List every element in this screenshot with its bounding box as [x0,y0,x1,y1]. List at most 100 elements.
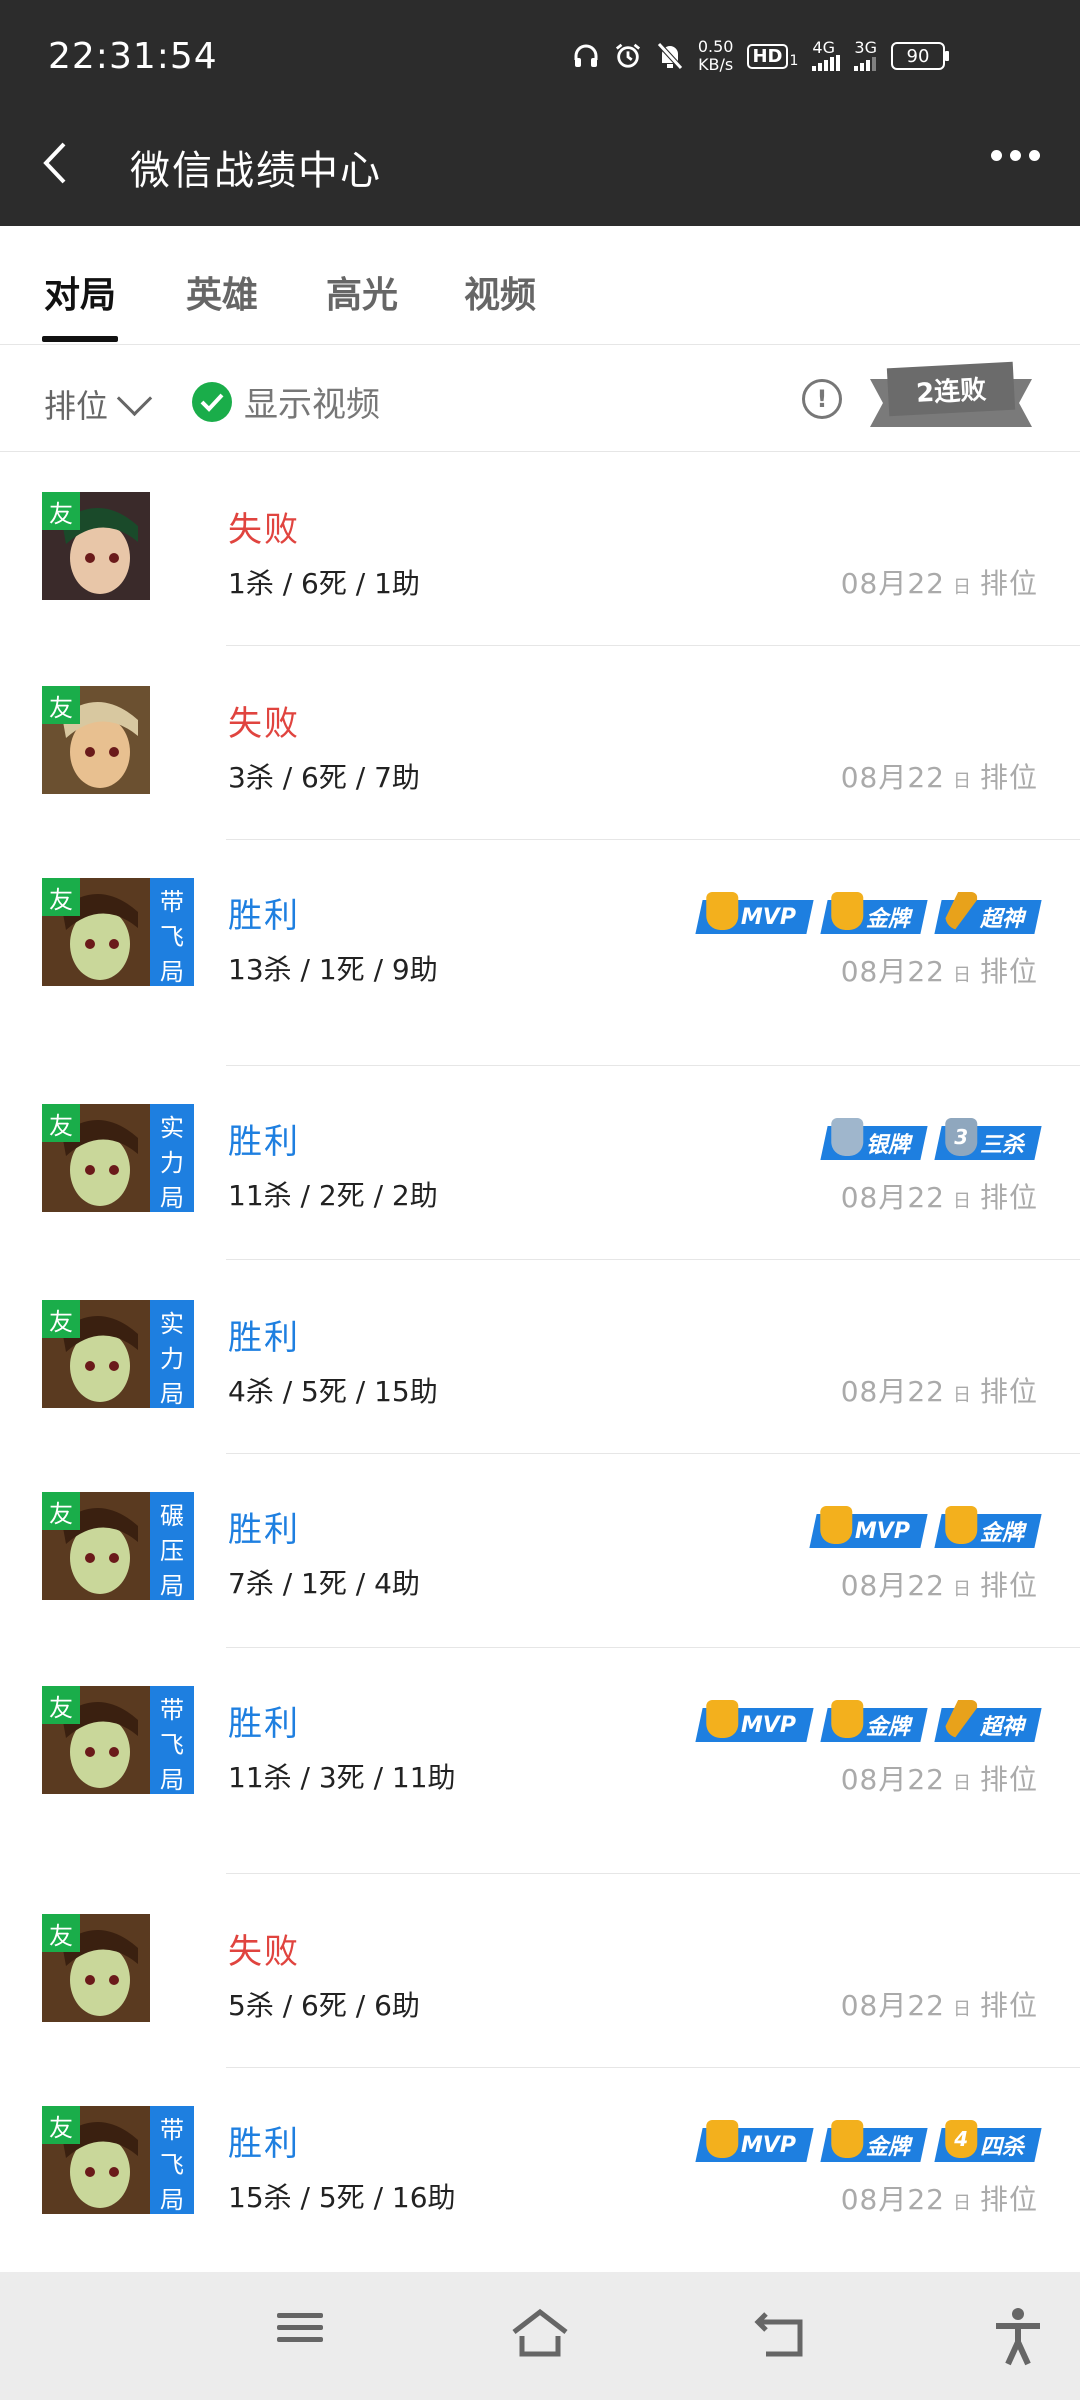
match-type-tag: 带飞局 [150,878,194,986]
honor-badge: 4 四杀 [934,2120,1042,2162]
match-mode: 排位 [979,1375,1038,1408]
signal-4g-label: 4G [812,38,835,57]
match-day-suffix: 日 [952,1385,972,1406]
honor-badge: 金牌 [820,892,928,934]
match-mode: 排位 [979,1569,1038,1602]
kda-stats: 1杀 / 6死 / 1助 [228,567,420,600]
honor-badges: MVP 金牌 超神 [695,1700,1042,1742]
friend-badge: 友 [42,1914,80,1952]
honor-badge: 金牌 [820,2120,928,2162]
match-date: 08月22 [840,2183,945,2216]
gold-icon [945,1506,978,1544]
tab-videos[interactable]: 视频 [464,266,536,318]
match-mode: 排位 [979,2183,1038,2216]
match-row[interactable]: 友带飞局胜利 11杀 / 3死 / 11助 MVP 金牌 超神 08月22 日排位 [0,1648,1080,1874]
gold-icon [831,1700,864,1738]
match-row[interactable]: 友 失败 1杀 / 6死 / 1助 08月22 日排位 [0,452,1080,646]
hero-avatar: 友 [42,492,150,600]
kda-stats: 11杀 / 2死 / 2助 [228,1179,438,1212]
match-date: 08月22 [840,567,945,600]
match-result: 胜利 [228,1704,300,1744]
match-row[interactable]: 友碾压局胜利 7杀 / 1死 / 4助 MVP 金牌 08月22 日排位 [0,1454,1080,1648]
match-row[interactable]: 友 失败 3杀 / 6死 / 7助 08月22 日排位 [0,646,1080,840]
match-type-char: 碾 [160,1502,184,1530]
match-result: 胜利 [228,1510,300,1550]
hero-avatar: 友 [42,1914,150,2022]
hero-avatar: 友 [42,878,150,986]
match-type-char: 带 [160,2116,184,2144]
honor-badge: MVP [695,892,814,934]
match-type-char: 力 [160,1345,184,1373]
signal-3g-icon: 3G [854,40,877,71]
trophy-icon [706,892,739,930]
tab-heroes[interactable]: 英雄 [186,266,258,318]
kda-stats: 4杀 / 5死 / 15助 [228,1375,438,1408]
sword-icon [945,1700,977,1738]
honor-label: 超神 [979,907,1024,932]
hero-avatar: 友 [42,1686,150,1794]
honor-label: MVP [854,1518,910,1544]
status-icons: 0.50 KB/s HD 1 4G 3G 90 [572,37,949,74]
match-mode: 排位 [979,567,1038,600]
accessibility-icon[interactable] [990,2306,1050,2366]
hero-avatar: 友 [42,2106,150,2214]
kda-stats: 3杀 / 6死 / 7助 [228,761,420,794]
match-result: 胜利 [228,896,300,936]
friend-badge: 友 [42,1104,80,1142]
match-date: 08月22 [840,1181,945,1214]
status-time: 22:31:54 [48,36,218,77]
match-row[interactable]: 友带飞局胜利 13杀 / 1死 / 9助 MVP 金牌 超神 08月22 日排位 [0,840,1080,1066]
bell-muted-icon [656,41,684,71]
friend-badge: 友 [42,878,80,916]
home-icon[interactable] [510,2306,570,2366]
menu-icon[interactable] [270,2306,330,2366]
net-speed-value: 0.50 [697,37,734,56]
hero-avatar: 友 [42,1300,150,1408]
tab-matches[interactable]: 对局 [44,266,116,318]
match-row[interactable]: 友 失败 5杀 / 6死 / 6助 08月22 日排位 [0,1874,1080,2068]
top-bar: 22:31:54 0.50 KB/s HD 1 4G 3G 90 微信战绩中心 [0,0,1080,226]
friend-badge: 友 [42,1300,80,1338]
match-type-char: 带 [160,888,184,916]
hero-avatar: 友 [42,686,150,794]
match-meta: 08月22 日排位 [841,1758,1038,1798]
match-day-suffix: 日 [952,577,972,598]
info-icon[interactable]: ! [802,379,842,419]
more-dot-icon [1010,150,1021,161]
friend-badge: 友 [42,2106,80,2144]
match-meta: 08月22 日排位 [841,1370,1038,1410]
match-result: 胜利 [228,1122,300,1162]
tab-highlights[interactable]: 高光 [326,266,398,318]
match-date: 08月22 [840,761,945,794]
match-type-char: 实 [160,1310,184,1338]
match-row[interactable]: 友带飞局胜利 15杀 / 5死 / 16助 MVP 金牌 4 四杀 08月22 日排位 [0,2068,1080,2274]
match-type-tag: 碾压局 [150,1492,194,1600]
honor-label: 超神 [979,1715,1024,1740]
back-nav-icon[interactable] [752,2306,812,2366]
match-mode: 排位 [979,761,1038,794]
match-result: 失败 [228,510,300,550]
kda-stats: 15杀 / 5死 / 16助 [228,2181,456,2214]
match-date: 08月22 [840,1763,945,1796]
filter-bar: 排位 显示视频 ! 2连败 [0,345,1080,452]
honor-badge: 超神 [934,900,1042,934]
hd-indicator: HD 1 [747,43,798,69]
kda-stats: 13杀 / 1死 / 9助 [228,953,438,986]
gold-icon [831,2120,864,2158]
match-row[interactable]: 友实力局胜利 11杀 / 2死 / 2助 银牌 3 三杀 08月22 日排位 [0,1066,1080,1260]
match-type-tag: 实力局 [150,1300,194,1408]
more-options-button[interactable] [991,150,1040,161]
honor-badge: 超神 [934,1708,1042,1742]
show-video-toggle[interactable]: 显示视频 [192,377,380,426]
more-dot-icon [991,150,1002,161]
kda-stats: 11杀 / 3死 / 11助 [228,1761,456,1794]
back-button[interactable] [38,140,74,186]
honor-label: MVP [740,904,796,930]
match-row[interactable]: 友实力局胜利 4杀 / 5死 / 15助 08月22 日排位 [0,1260,1080,1454]
match-day-suffix: 日 [952,1773,972,1794]
match-type-char: 局 [160,1572,184,1600]
honor-badge: MVP [695,2120,814,2162]
match-type-char: 局 [160,1184,184,1212]
match-meta: 08月22 日排位 [841,756,1038,796]
mode-dropdown[interactable]: 排位 [44,380,153,427]
